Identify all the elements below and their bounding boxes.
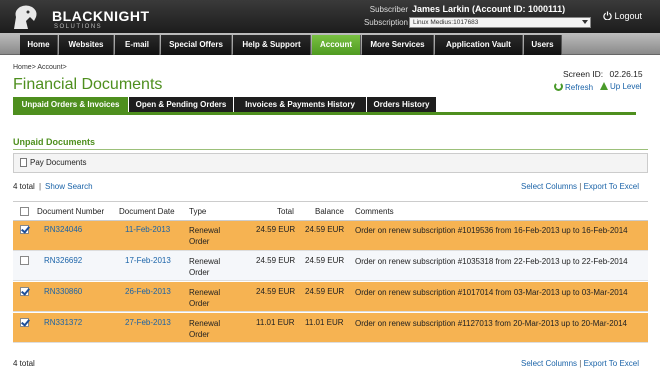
main-nav: Home Websites E-mail Special Offers Help… bbox=[0, 33, 660, 55]
breadcrumb: Home> Account> bbox=[13, 64, 67, 71]
show-search-link[interactable]: Show Search bbox=[45, 182, 93, 191]
subtabs: Unpaid Orders & Invoices Open & Pending … bbox=[13, 97, 636, 115]
document-total: 24.59 EUR bbox=[256, 256, 296, 265]
document-balance: 24.59 EUR bbox=[305, 287, 345, 296]
knight-icon bbox=[14, 5, 37, 29]
document-balance: 11.01 EUR bbox=[305, 318, 344, 327]
top-actions: Select Columns | Export To Excel bbox=[521, 182, 640, 191]
document-type: Renewal Order bbox=[189, 257, 221, 277]
document-number-link[interactable]: RN330860 bbox=[44, 287, 82, 296]
table-row[interactable]: RN326692 17-Feb-2013 Renewal Order 24.59… bbox=[13, 251, 648, 281]
table-row[interactable]: RN330860 26-Feb-2013 Renewal Order 24.59… bbox=[13, 282, 648, 312]
select-columns-link[interactable]: Select Columns bbox=[521, 182, 577, 191]
refresh-icon bbox=[554, 82, 563, 91]
toolbar: Pay Documents bbox=[13, 153, 648, 173]
refresh-label: Refresh bbox=[565, 83, 594, 92]
select-columns-link[interactable]: Select Columns bbox=[521, 359, 577, 368]
row-checkbox[interactable] bbox=[20, 225, 29, 234]
col-document-date[interactable]: Document Date bbox=[119, 207, 175, 216]
subscription-select[interactable]: Linux Medius:1017683 bbox=[409, 17, 591, 28]
document-number-link[interactable]: RN331372 bbox=[44, 318, 82, 327]
col-type[interactable]: Type bbox=[189, 207, 206, 216]
nav-item-home[interactable]: Home bbox=[20, 35, 58, 55]
subscription-label: Subscription bbox=[363, 18, 408, 27]
nav-item-application-vault[interactable]: Application Vault bbox=[435, 35, 523, 55]
export-excel-link[interactable]: Export To Excel bbox=[584, 359, 639, 368]
document-date: 26-Feb-2013 bbox=[125, 287, 171, 296]
nav-item-more-services[interactable]: More Services bbox=[362, 35, 434, 55]
refresh-button[interactable]: Refresh bbox=[554, 82, 593, 92]
screen-id: Screen ID: 02.26.15 bbox=[563, 69, 643, 79]
table-row[interactable]: RN331372 27-Feb-2013 Renewal Order 11.01… bbox=[13, 313, 648, 343]
document-balance: 24.59 EUR bbox=[305, 225, 345, 234]
document-comment: Order on renew subscription #1127013 fro… bbox=[355, 319, 627, 328]
screen-id-value: 02.26.15 bbox=[609, 69, 643, 79]
top-header: BLACKNIGHT SOLUTIONS Subscriber James La… bbox=[0, 0, 660, 33]
nav-item-help-support[interactable]: Help & Support bbox=[233, 35, 311, 55]
tab-invoices-payments-history[interactable]: Invoices & Payments History bbox=[234, 97, 366, 112]
total-count-top: 4 total bbox=[13, 182, 35, 191]
document-type: Renewal Order bbox=[189, 288, 221, 308]
col-total[interactable]: Total bbox=[277, 207, 294, 216]
breadcrumb-home[interactable]: Home bbox=[13, 64, 32, 71]
row-checkbox[interactable] bbox=[20, 287, 29, 296]
subscriber-label: Subscriber bbox=[369, 5, 408, 14]
col-comments[interactable]: Comments bbox=[355, 207, 394, 216]
nav-item-special-offers[interactable]: Special Offers bbox=[161, 35, 232, 55]
bottom-actions: Select Columns | Export To Excel bbox=[521, 359, 640, 368]
total-count-bottom: 4 total bbox=[13, 359, 35, 368]
pay-documents-button[interactable]: Pay Documents bbox=[20, 158, 86, 167]
select-all-checkbox[interactable] bbox=[20, 207, 29, 216]
breadcrumb-account[interactable]: Account bbox=[37, 64, 62, 71]
table-row[interactable]: RN324046 11-Feb-2013 Renewal Order 24.59… bbox=[13, 221, 648, 251]
tab-open-pending-orders[interactable]: Open & Pending Orders bbox=[129, 97, 233, 112]
document-date: 27-Feb-2013 bbox=[125, 318, 171, 327]
document-comment: Order on renew subscription #1017014 fro… bbox=[355, 288, 628, 297]
nav-item-account[interactable]: Account bbox=[312, 35, 361, 55]
nav-item-users[interactable]: Users bbox=[524, 35, 562, 55]
document-total: 11.01 EUR bbox=[256, 318, 295, 327]
power-icon bbox=[603, 11, 612, 21]
section-divider bbox=[13, 149, 648, 150]
divider: | bbox=[39, 182, 42, 191]
row-checkbox[interactable] bbox=[20, 318, 29, 327]
nav-item-websites[interactable]: Websites bbox=[59, 35, 114, 55]
page-title: Financial Documents bbox=[13, 76, 163, 93]
screen-id-label: Screen ID: bbox=[563, 69, 604, 79]
document-icon bbox=[20, 158, 27, 167]
tab-orders-history[interactable]: Orders History bbox=[367, 97, 436, 112]
up-level-label: Up Level bbox=[610, 82, 642, 91]
tab-unpaid-orders[interactable]: Unpaid Orders & Invoices bbox=[13, 97, 128, 112]
subscriber-value: James Larkin (Account ID: 1000111) bbox=[412, 4, 566, 14]
col-document-number[interactable]: Document Number bbox=[37, 207, 104, 216]
logout-button[interactable]: Logout bbox=[603, 11, 642, 21]
document-comment: Order on renew subscription #1019536 fro… bbox=[355, 226, 628, 235]
dropdown-arrow-icon bbox=[582, 20, 588, 24]
col-balance[interactable]: Balance bbox=[315, 207, 344, 216]
section-title: Unpaid Documents bbox=[13, 137, 96, 147]
document-balance: 24.59 EUR bbox=[305, 256, 345, 265]
subscription-value: Linux Medius:1017683 bbox=[413, 19, 479, 26]
document-number-link[interactable]: RN324046 bbox=[44, 225, 82, 234]
document-total: 24.59 EUR bbox=[256, 287, 296, 296]
row-checkbox[interactable] bbox=[20, 256, 29, 265]
document-date: 17-Feb-2013 bbox=[125, 256, 171, 265]
up-level-button[interactable]: Up Level bbox=[600, 82, 642, 91]
brand-name: BLACKNIGHT bbox=[52, 8, 150, 24]
table-header: Document Number Document Date Type Total… bbox=[13, 201, 648, 221]
document-date: 11-Feb-2013 bbox=[125, 225, 171, 234]
export-excel-link[interactable]: Export To Excel bbox=[584, 182, 639, 191]
up-arrow-icon bbox=[600, 82, 608, 90]
document-type: Renewal Order bbox=[189, 319, 221, 339]
document-total: 24.59 EUR bbox=[256, 225, 296, 234]
logout-label: Logout bbox=[614, 11, 643, 21]
nav-item-email[interactable]: E-mail bbox=[115, 35, 160, 55]
pay-documents-label: Pay Documents bbox=[30, 158, 87, 167]
brand-tagline: SOLUTIONS bbox=[54, 24, 103, 30]
document-comment: Order on renew subscription #1035318 fro… bbox=[355, 257, 628, 266]
document-number-link[interactable]: RN326692 bbox=[44, 256, 82, 265]
document-type: Renewal Order bbox=[189, 226, 221, 246]
brand-logo[interactable]: BLACKNIGHT SOLUTIONS bbox=[8, 3, 149, 31]
